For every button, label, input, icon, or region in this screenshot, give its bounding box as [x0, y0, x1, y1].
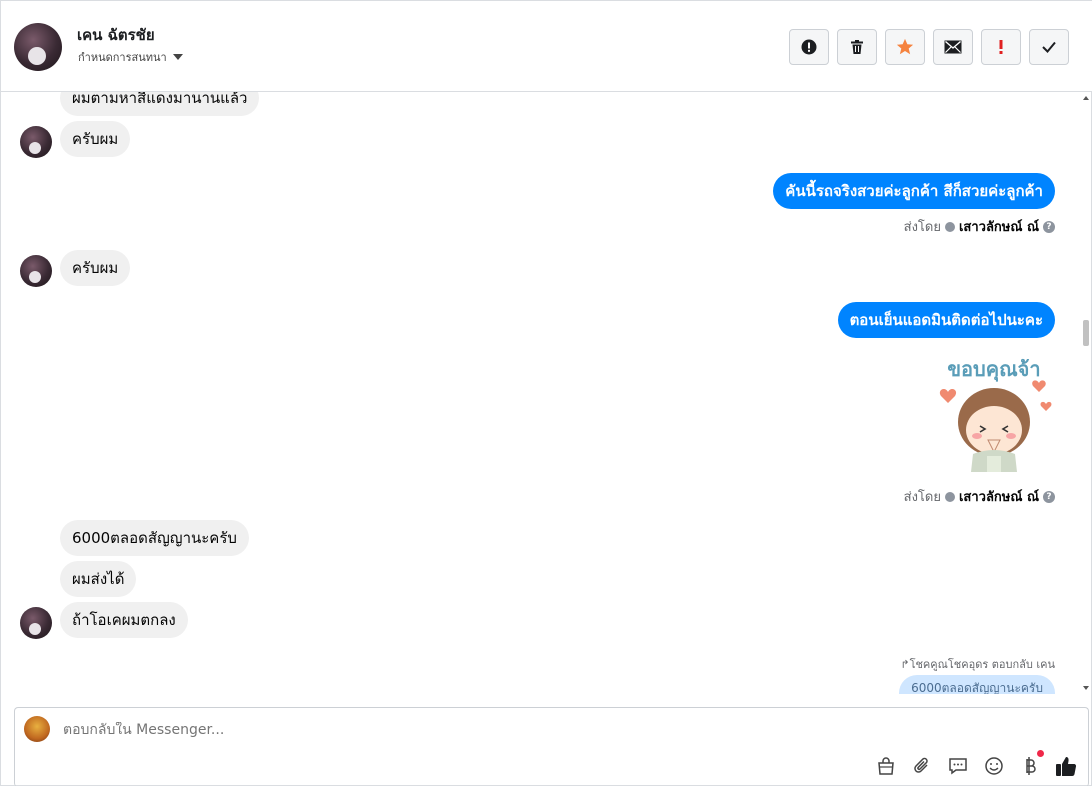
message-incoming[interactable]: 6000ตลอดสัญญานะครับ: [60, 520, 249, 556]
page-avatar: [24, 716, 50, 742]
message-outgoing[interactable]: ตอนเย็นแอดมินติดต่อไปนะคะ: [837, 302, 1055, 338]
verified-icon: [944, 221, 955, 232]
message-outgoing[interactable]: คันนี้รถจริงสวยค่ะลูกค้า สีก็สวยค่ะลูกค้…: [773, 173, 1055, 209]
mark-done-button[interactable]: [1029, 29, 1069, 65]
help-icon[interactable]: ?: [1043, 220, 1055, 233]
saved-reply-icon: [949, 758, 967, 775]
mark-spam-button[interactable]: [789, 29, 829, 65]
spam-icon: [801, 39, 817, 55]
contact-avatar-small: [20, 607, 52, 639]
scroll-up-arrow-icon[interactable]: [1083, 96, 1089, 100]
sent-by-name: เสาวลักษณ์ ณ์: [958, 490, 1039, 505]
attach-button[interactable]: [910, 754, 934, 778]
contact-avatar-small: [20, 255, 52, 287]
verified-icon: [944, 491, 955, 502]
mail-icon: [944, 40, 962, 54]
important-icon: [999, 40, 1003, 54]
paperclip-icon: [914, 757, 928, 773]
message-incoming[interactable]: ครับผม: [60, 250, 131, 286]
inbox-conversation: เคน ฉัตรชัย กำหนดการสนทนา ผมตามหาสีแดงมา…: [0, 0, 1092, 786]
like-button[interactable]: [1054, 754, 1078, 778]
message-incoming[interactable]: ผมตามหาสีแดงมานานแล้ว: [60, 92, 260, 116]
star-icon: [896, 38, 914, 55]
mark-unread-button[interactable]: [933, 29, 973, 65]
check-icon: [1042, 41, 1056, 53]
reply-note: ↱โชคคูณโชคอุดร ตอบกลับ เคน: [900, 655, 1055, 673]
scroll-thumb[interactable]: [1083, 320, 1089, 346]
trash-icon: [851, 40, 863, 54]
sent-by-label: ส่งโดย: [903, 490, 941, 505]
notification-dot: [1037, 750, 1044, 757]
contact-avatar[interactable]: [14, 23, 62, 71]
payment-button[interactable]: [1018, 750, 1044, 778]
delete-button[interactable]: [837, 29, 877, 65]
reply-composer: [14, 707, 1089, 786]
contact-avatar-small: [20, 126, 52, 158]
baht-icon: [1026, 757, 1036, 775]
reply-note-text: โชคคูณโชคอุดร ตอบกลับ เคน: [909, 658, 1055, 671]
bag-icon: [878, 757, 894, 775]
caret-down-icon: [172, 54, 183, 60]
thread-scrollbar[interactable]: [1081, 92, 1091, 694]
sent-by-info: ส่งโดย เสาวลักษณ์ ณ์ ?: [904, 216, 1055, 237]
message-incoming[interactable]: ผมส่งได้: [60, 561, 137, 597]
emoji-icon: [985, 757, 1003, 775]
shop-button[interactable]: [874, 754, 898, 778]
message-incoming[interactable]: ครับผม: [60, 121, 131, 157]
quoted-message[interactable]: 6000ตลอดสัญญานะครับ: [899, 675, 1055, 694]
like-icon: [1056, 757, 1077, 777]
sent-by-info: ส่งโดย เสาวลักษณ์ ณ์ ?: [904, 486, 1055, 507]
conversation-schedule-label: กำหนดการสนทนา: [78, 51, 167, 64]
sent-by-name: เสาวลักษณ์ ณ์: [958, 220, 1039, 235]
sticker-text: ขอบคุณจ้า: [947, 357, 1040, 382]
header-actions: [789, 29, 1069, 65]
thank-you-sticker[interactable]: ขอบคุณจ้า: [933, 354, 1055, 476]
conversation-header: เคน ฉัตรชัย กำหนดการสนทนา: [1, 1, 1092, 92]
message-incoming[interactable]: ถ้าโอเคผมตกลง: [60, 602, 188, 638]
help-icon[interactable]: ?: [1043, 490, 1055, 503]
emoji-button[interactable]: [982, 754, 1006, 778]
sent-by-label: ส่งโดย: [903, 220, 941, 235]
composer-tools: [874, 750, 1078, 778]
scroll-down-arrow-icon[interactable]: [1083, 686, 1089, 690]
star-button[interactable]: [885, 29, 925, 65]
mark-important-button[interactable]: [981, 29, 1021, 65]
contact-name[interactable]: เคน ฉัตรชัย: [77, 23, 155, 47]
reply-icon: ↱: [900, 658, 910, 671]
reply-input[interactable]: [63, 722, 963, 738]
saved-replies-button[interactable]: [946, 754, 970, 778]
conversation-schedule-dropdown[interactable]: กำหนดการสนทนา: [78, 48, 183, 66]
message-thread[interactable]: ผมตามหาสีแดงมานานแล้ว ครับผม คันนี้รถจริ…: [1, 92, 1083, 694]
